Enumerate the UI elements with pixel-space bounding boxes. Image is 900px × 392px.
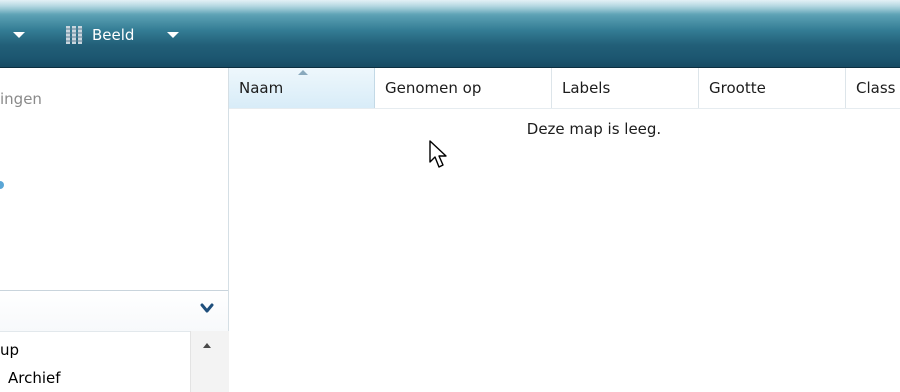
tree-scrollbar[interactable]: [190, 331, 229, 392]
navigation-pane: ingen up Archief: [0, 68, 229, 392]
column-header-label: Genomen op: [385, 79, 482, 97]
arrow-up-icon[interactable]: [203, 343, 211, 348]
column-header-label: Grootte: [709, 79, 766, 97]
column-header-rating[interactable]: Class: [846, 68, 900, 108]
column-header-tags[interactable]: Labels: [552, 68, 699, 108]
favorite-link-marker: [0, 181, 4, 189]
tree-item-label: up: [0, 341, 20, 359]
column-header-date-taken[interactable]: Genomen op: [375, 68, 552, 108]
favorite-link-label[interactable]: ingen: [0, 90, 80, 108]
file-list: Naam Genomen op Labels Grootte Class Dez…: [229, 68, 900, 392]
column-headers: Naam Genomen op Labels Grootte Class: [229, 68, 900, 109]
views-dropdown-arrow-icon[interactable]: [167, 32, 179, 38]
views-icon[interactable]: [66, 26, 83, 44]
column-header-label: Class: [856, 79, 896, 97]
tree-item[interactable]: up: [0, 341, 188, 359]
mouse-pointer-icon: [429, 140, 447, 168]
sort-ascending-icon: [298, 70, 308, 75]
tree-item-label: Archief: [8, 369, 61, 387]
explorer-window: Beeld ingen up Archief Naam Genomen op L…: [0, 0, 900, 392]
chevron-down-icon[interactable]: [200, 301, 214, 315]
folders-bar[interactable]: [0, 290, 228, 332]
organize-dropdown-arrow-icon[interactable]: [13, 32, 25, 38]
column-header-name[interactable]: Naam: [229, 68, 375, 108]
command-bar: Beeld: [0, 0, 900, 68]
column-header-size[interactable]: Grootte: [699, 68, 846, 108]
column-header-label: Naam: [239, 79, 284, 97]
tree-item[interactable]: Archief: [0, 369, 188, 387]
column-header-label: Labels: [562, 79, 611, 97]
empty-folder-message: Deze map is leeg.: [526, 120, 662, 138]
views-button-label[interactable]: Beeld: [92, 26, 134, 44]
